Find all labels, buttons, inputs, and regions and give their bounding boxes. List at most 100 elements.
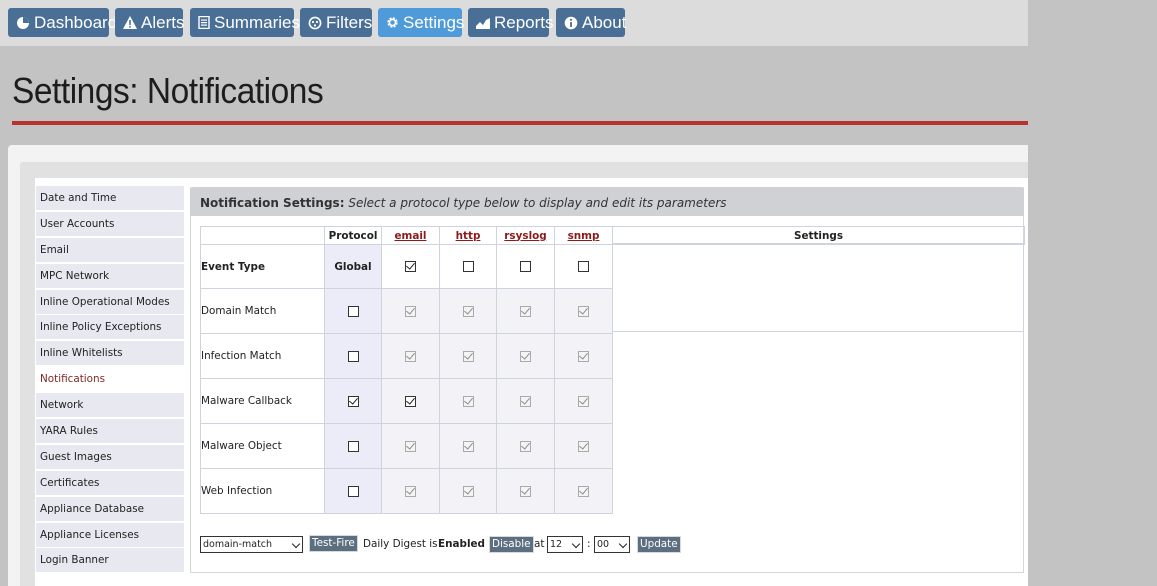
protocol-link-email[interactable]: email (381, 226, 440, 245)
protocol-enable-checkbox-http[interactable] (462, 261, 474, 272)
event-label: Infection Match (200, 333, 325, 379)
global-checkbox[interactable] (347, 394, 359, 407)
header-instructions: Select a protocol type below to display … (348, 196, 727, 210)
update-button[interactable]: Update (637, 536, 681, 553)
nav-label: Settings (403, 12, 465, 32)
title-divider (12, 121, 1028, 125)
checkmark-icon (406, 484, 415, 495)
event-type-select[interactable]: domain-match (200, 536, 303, 553)
warning-icon (123, 16, 137, 29)
protocol-enable-cell (381, 244, 440, 289)
checkmark-icon (348, 394, 358, 405)
email-checkbox (405, 484, 416, 497)
protocol-link-http[interactable]: http (439, 226, 497, 245)
email-checkbox[interactable] (405, 394, 416, 407)
protocol-enable-checkbox-rsyslog[interactable] (520, 261, 531, 272)
digest-minute-value: 00 (597, 539, 610, 550)
protocol-link-rsyslog[interactable]: rsyslog (496, 226, 555, 245)
nav-label: Alerts (141, 12, 185, 32)
document-icon (198, 16, 210, 29)
chevron-down-icon (291, 539, 301, 549)
sidebar-item-notifications[interactable]: Notifications (36, 367, 184, 392)
sidebar-item-user-accounts[interactable]: User Accounts (36, 211, 184, 236)
nav-dashboard[interactable]: Dashboard (8, 8, 117, 37)
sidebar-item-email[interactable]: Email (36, 237, 184, 262)
nav-about[interactable]: About (556, 8, 627, 37)
sidebar-item-inline-operational-modes[interactable]: Inline Operational Modes (36, 289, 184, 314)
global-checkbox[interactable] (347, 485, 359, 497)
sidebar-item-inline-policy-exceptions[interactable]: Inline Policy Exceptions (36, 315, 184, 340)
checkmark-icon (521, 349, 530, 360)
at-label: at (534, 538, 545, 550)
nav-settings[interactable]: Settings (378, 8, 465, 37)
checkmark-icon (579, 439, 588, 450)
sidebar-item-inline-whitelists[interactable]: Inline Whitelists (36, 341, 184, 366)
pie-chart-icon (17, 16, 29, 29)
global-checkbox[interactable] (347, 440, 359, 452)
checkmark-icon (463, 304, 473, 315)
test-fire-button[interactable]: Test-Fire (309, 535, 358, 552)
checkmark-icon (406, 439, 415, 450)
checkmark-icon (463, 349, 473, 360)
nav-label: Summaries (214, 12, 300, 32)
global-label: Global (324, 244, 382, 289)
sidebar-item-guest-images[interactable]: Guest Images (36, 444, 184, 469)
protocol-enable-cell (554, 244, 613, 289)
checkmark-icon (463, 439, 473, 450)
nav-reports[interactable]: Reports (468, 8, 554, 37)
protocol-enable-cell (439, 244, 497, 289)
sidebar-item-network[interactable]: Network (36, 393, 184, 418)
digest-hour-select[interactable]: 12 (547, 536, 583, 553)
sidebar-item-appliance-licenses[interactable]: Appliance Licenses (36, 522, 184, 547)
http-checkbox (462, 349, 474, 362)
global-checkbox[interactable] (347, 305, 359, 317)
sidebar-item-login-banner[interactable]: Login Banner (36, 548, 184, 573)
settings-blank (613, 245, 1025, 334)
http-checkbox (462, 394, 474, 407)
header-blank (200, 226, 325, 245)
checkmark-icon (463, 394, 473, 405)
sidebar-item-appliance-database[interactable]: Appliance Database (36, 496, 184, 521)
nav-alerts[interactable]: Alerts (115, 8, 185, 37)
digest-status: Enabled (438, 538, 485, 550)
protocol-enable-checkbox-email[interactable] (405, 260, 416, 272)
settings-sidebar: Date and Time User Accounts Email MPC Ne… (36, 186, 184, 574)
snmp-checkbox (578, 439, 589, 452)
protocol-enable-cell (496, 244, 555, 289)
event-type-label: Event Type (200, 244, 325, 289)
checkmark-icon (463, 484, 473, 495)
gear-icon (387, 17, 398, 28)
email-checkbox (405, 349, 416, 362)
checkmark-icon (406, 394, 415, 405)
sidebar-item-mpc-network[interactable]: MPC Network (36, 263, 184, 288)
table-row: Malware Callback (200, 378, 1025, 424)
digest-minute-select[interactable]: 00 (594, 536, 630, 553)
column-header-settings: Settings (612, 226, 1025, 245)
column-header-protocol: Protocol (324, 226, 382, 245)
rsyslog-checkbox (520, 304, 531, 317)
rsyslog-checkbox (520, 349, 531, 362)
nav-summaries[interactable]: Summaries (190, 8, 300, 37)
global-checkbox[interactable] (347, 350, 359, 362)
protocol-link-snmp[interactable]: snmp (554, 226, 613, 245)
checkmark-icon (521, 439, 530, 450)
filter-icon (308, 16, 322, 29)
nav-filters[interactable]: Filters (300, 8, 372, 37)
email-checkbox (405, 304, 416, 317)
checkmark-icon (521, 394, 530, 405)
event-type-select-value: domain-match (203, 539, 273, 550)
sidebar-item-certificates[interactable]: Certificates (36, 470, 184, 495)
checkmark-icon (579, 394, 588, 405)
sidebar-item-yara-rules[interactable]: YARA Rules (36, 419, 184, 444)
protocol-enable-checkbox-snmp[interactable] (578, 261, 589, 272)
disable-digest-button[interactable]: Disable (489, 536, 534, 553)
event-label: Malware Callback (200, 378, 325, 424)
rsyslog-checkbox (520, 484, 531, 497)
http-checkbox (462, 304, 474, 317)
sidebar-item-date-and-time[interactable]: Date and Time (36, 186, 184, 210)
checkmark-icon (579, 349, 588, 360)
nav-label: About (582, 12, 627, 32)
snmp-checkbox (578, 349, 589, 362)
checkmark-icon (406, 260, 415, 270)
notification-settings-header: Notification Settings: Select a protocol… (190, 187, 1024, 216)
